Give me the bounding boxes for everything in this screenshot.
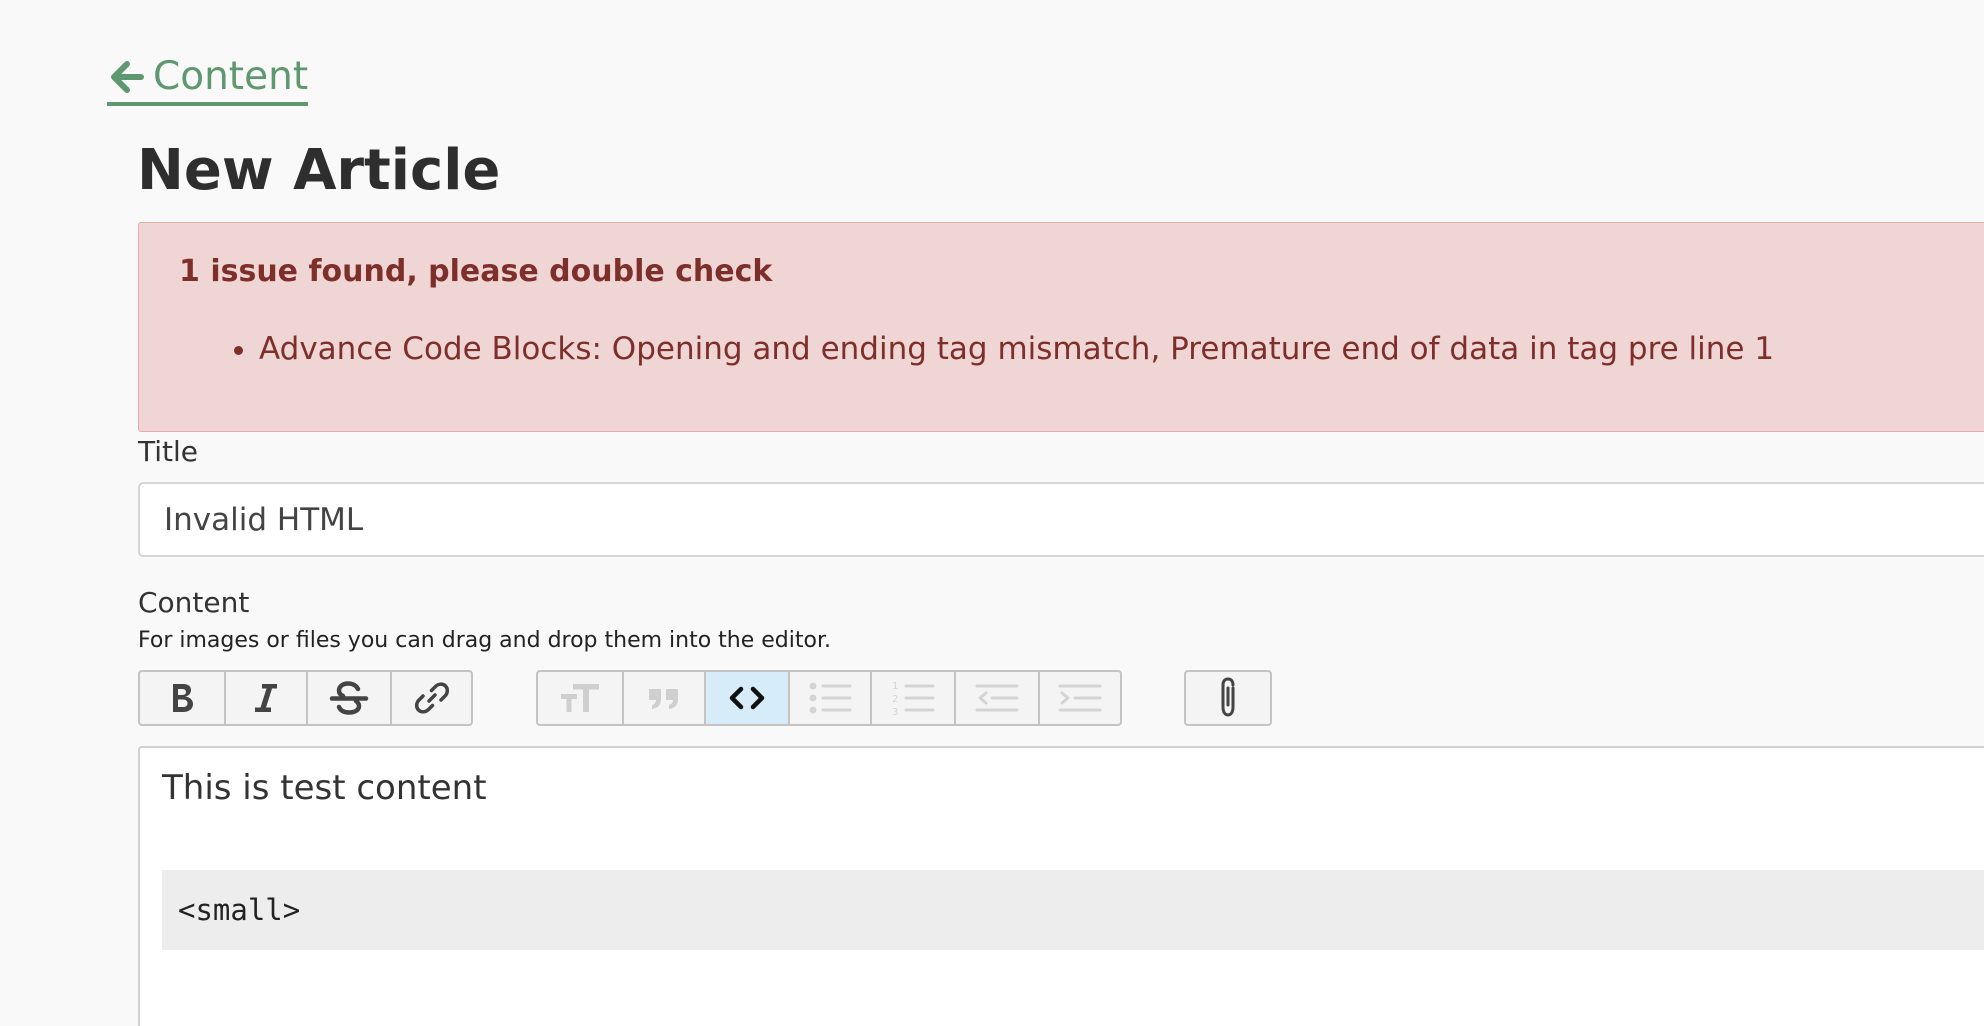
attach-files-button[interactable] bbox=[1186, 672, 1270, 724]
code-block[interactable]: <small> bbox=[162, 870, 1984, 950]
page: Content New Article 1 issue found, pleas… bbox=[0, 0, 1984, 1026]
page-title: New Article bbox=[137, 138, 501, 203]
issue-list: Advance Code Blocks: Opening and ending … bbox=[179, 328, 1774, 370]
code-icon bbox=[729, 686, 765, 710]
bullet-list-button[interactable] bbox=[790, 672, 872, 724]
italic-icon bbox=[255, 684, 277, 712]
heading-button[interactable] bbox=[538, 672, 624, 724]
back-link-label[interactable]: Content bbox=[153, 54, 308, 100]
strikethrough-button[interactable] bbox=[308, 672, 392, 724]
title-input[interactable] bbox=[138, 482, 1984, 557]
bullet-list-icon bbox=[809, 682, 852, 714]
alert-heading: 1 issue found, please double check bbox=[179, 254, 773, 289]
title-label: Title bbox=[138, 435, 199, 468]
issue-item: Advance Code Blocks: Opening and ending … bbox=[259, 328, 1774, 370]
link-button[interactable] bbox=[392, 672, 471, 724]
increase-indent-button[interactable] bbox=[1040, 672, 1120, 724]
heading-icon bbox=[561, 684, 599, 712]
link-icon bbox=[414, 682, 449, 714]
svg-text:3: 3 bbox=[892, 707, 898, 717]
attach-icon bbox=[1221, 677, 1235, 717]
content-hint: For images or files you can drag and dro… bbox=[138, 628, 831, 653]
block-tools-group: 1 2 3 bbox=[536, 670, 1122, 726]
numbered-list-icon: 1 2 3 bbox=[892, 681, 935, 717]
file-tools-group bbox=[1184, 670, 1272, 726]
arrow-left-icon bbox=[111, 61, 144, 93]
bold-icon bbox=[173, 684, 193, 712]
content-editor[interactable]: This is test content <small> bbox=[138, 746, 1984, 1026]
quote-button[interactable] bbox=[624, 672, 706, 724]
increase-indent-icon bbox=[1058, 684, 1102, 712]
decrease-indent-icon bbox=[975, 684, 1019, 712]
text-tools-group bbox=[138, 670, 473, 726]
error-alert: 1 issue found, please double check Advan… bbox=[138, 222, 1984, 432]
content-label: Content bbox=[138, 586, 250, 619]
decrease-indent-button[interactable] bbox=[956, 672, 1040, 724]
quote-icon bbox=[649, 689, 678, 709]
code-button[interactable] bbox=[706, 672, 790, 724]
strikethrough-icon bbox=[329, 681, 369, 715]
back-to-content-link[interactable]: Content bbox=[107, 54, 309, 106]
svg-text:2: 2 bbox=[892, 694, 898, 705]
svg-text:1: 1 bbox=[892, 681, 898, 692]
numbered-list-button[interactable]: 1 2 3 bbox=[872, 672, 956, 724]
bold-button[interactable] bbox=[140, 672, 226, 724]
editor-paragraph[interactable]: This is test content bbox=[162, 765, 487, 811]
italic-button[interactable] bbox=[226, 672, 308, 724]
